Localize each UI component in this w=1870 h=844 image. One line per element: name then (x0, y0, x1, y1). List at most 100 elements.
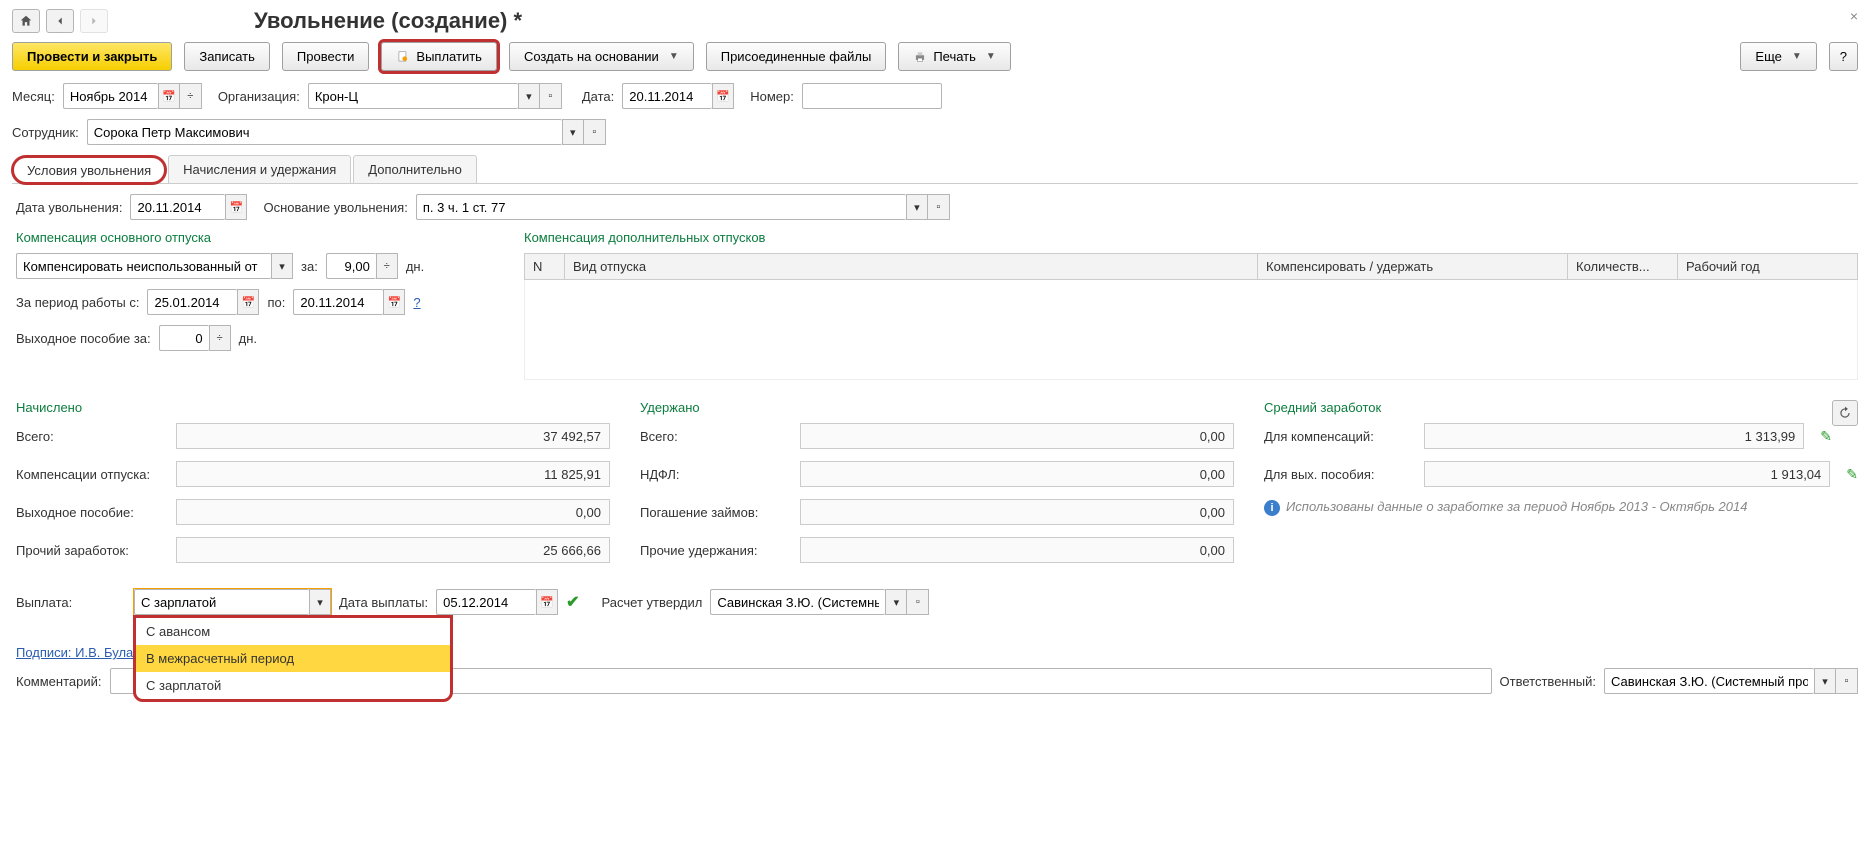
calendar-icon[interactable]: 📅 (536, 589, 558, 615)
chevron-down-icon[interactable]: ▾ (518, 83, 540, 109)
org-label: Организация: (218, 89, 300, 104)
sev-val: 0,00 (176, 499, 610, 525)
period-to-label: по: (267, 295, 285, 310)
conduct-close-button[interactable]: Провести и закрыть (12, 42, 172, 71)
conduct-button[interactable]: Провести (282, 42, 370, 71)
accrued-total: 37 492,57 (176, 423, 610, 449)
home-button[interactable] (12, 9, 40, 33)
pay-date-input[interactable] (436, 589, 536, 615)
other-ded-val: 0,00 (800, 537, 1234, 563)
severance-unit: дн. (239, 331, 257, 346)
withheld-title: Удержано (640, 400, 1234, 415)
reason-label: Основание увольнения: (263, 200, 407, 215)
other-val: 25 666,66 (176, 537, 610, 563)
dismiss-date-input[interactable] (130, 194, 225, 220)
severance-input[interactable] (159, 325, 209, 351)
open-icon[interactable]: ▫ (540, 83, 562, 109)
calendar-icon[interactable]: 📅 (712, 83, 734, 109)
pencil-icon[interactable]: ✎ (1820, 428, 1832, 445)
spinner-icon[interactable]: ÷ (209, 325, 231, 351)
payment-dropdown-list: С авансом В межрасчетный период С зарпла… (133, 615, 453, 702)
more-button[interactable]: Еще ▼ (1740, 42, 1816, 71)
month-input[interactable] (63, 83, 158, 109)
ndfl-label: НДФЛ: (640, 467, 790, 482)
chevron-down-icon[interactable]: ▾ (906, 194, 928, 220)
number-input[interactable] (802, 83, 942, 109)
open-icon[interactable]: ▫ (584, 119, 606, 145)
pay-date-label: Дата выплаты: (339, 595, 428, 610)
tab-accruals[interactable]: Начисления и удержания (168, 155, 351, 183)
pencil-icon[interactable]: ✎ (1846, 466, 1858, 483)
printer-icon (913, 50, 927, 64)
calendar-icon[interactable]: 📅 (225, 194, 247, 220)
calendar-icon[interactable]: 📅 (383, 289, 405, 315)
tab-additional[interactable]: Дополнительно (353, 155, 477, 183)
spinner-icon[interactable]: ÷ (376, 253, 398, 279)
reason-input[interactable] (416, 194, 906, 220)
ndfl-val: 0,00 (800, 461, 1234, 487)
create-based-label: Создать на основании (524, 49, 659, 64)
open-icon[interactable]: ▫ (907, 589, 929, 615)
period-to-input[interactable] (293, 289, 383, 315)
period-help-link[interactable]: ? (413, 295, 420, 310)
col-type: Вид отпуска (565, 254, 1258, 280)
open-icon[interactable]: ▫ (1836, 668, 1858, 694)
refresh-button[interactable] (1832, 400, 1858, 426)
month-label: Месяц: (12, 89, 55, 104)
org-input[interactable] (308, 83, 518, 109)
document-icon (396, 50, 410, 64)
tab-conditions[interactable]: Условия увольнения (12, 156, 166, 184)
write-button[interactable]: Записать (184, 42, 270, 71)
comp-add-title: Компенсация дополнительных отпусков (524, 230, 1858, 245)
table-empty (525, 280, 1858, 380)
close-button[interactable]: × (1850, 8, 1858, 24)
additional-vacation-table: N Вид отпуска Компенсировать / удержать … (524, 253, 1858, 380)
signatures-link[interactable]: Подписи: И.В. Булат (16, 645, 139, 660)
payment-option-selected[interactable]: В межрасчетный период (136, 645, 450, 672)
create-based-button[interactable]: Создать на основании ▼ (509, 42, 694, 71)
calendar-icon[interactable]: 📅 (158, 83, 180, 109)
col-year: Рабочий год (1678, 254, 1858, 280)
chevron-down-icon[interactable]: ▾ (1814, 668, 1836, 694)
chevron-down-icon[interactable]: ▾ (271, 253, 293, 279)
pay-button[interactable]: Выплатить (381, 42, 497, 71)
comp-type-input[interactable] (16, 253, 271, 279)
print-label: Печать (933, 49, 976, 64)
back-button[interactable] (46, 9, 74, 33)
days-input[interactable] (326, 253, 376, 279)
print-button[interactable]: Печать ▼ (898, 42, 1011, 71)
responsible-label: Ответственный: (1500, 674, 1596, 689)
approved-input[interactable] (710, 589, 885, 615)
open-icon[interactable]: ▫ (928, 194, 950, 220)
calendar-icon[interactable]: 📅 (237, 289, 259, 315)
payment-select[interactable] (134, 589, 309, 615)
col-qty: Количеств... (1568, 254, 1678, 280)
other-label: Прочий заработок: (16, 543, 166, 558)
attached-files-button[interactable]: Присоединенные файлы (706, 42, 887, 71)
checkmark-icon: ✔ (566, 592, 579, 612)
home-icon (19, 14, 33, 28)
period-from-input[interactable] (147, 289, 237, 315)
number-label: Номер: (750, 89, 794, 104)
chevron-down-icon[interactable]: ▾ (562, 119, 584, 145)
date-input[interactable] (622, 83, 712, 109)
employee-input[interactable] (87, 119, 562, 145)
payment-option[interactable]: С зарплатой (136, 672, 450, 699)
other-ded-label: Прочие удержания: (640, 543, 790, 558)
for-label: за: (301, 259, 318, 274)
forward-button[interactable] (80, 9, 108, 33)
chevron-down-icon[interactable]: ▾ (885, 589, 907, 615)
chevron-down-icon: ▼ (1792, 51, 1802, 62)
for-sev-label: Для вых. пособия: (1264, 467, 1414, 482)
responsible-input[interactable] (1604, 668, 1814, 694)
withheld-total-label: Всего: (640, 429, 790, 444)
for-sev-val: 1 913,04 (1424, 461, 1830, 487)
dismiss-date-label: Дата увольнения: (16, 200, 122, 215)
more-label: Еще (1755, 49, 1781, 64)
chevron-down-icon: ▼ (986, 51, 996, 62)
payment-option[interactable]: С авансом (136, 618, 450, 645)
spinner-icon[interactable]: ÷ (180, 83, 202, 109)
help-button[interactable]: ? (1829, 42, 1858, 71)
chevron-down-icon[interactable]: ▾ (309, 589, 331, 615)
accrued-title: Начислено (16, 400, 610, 415)
